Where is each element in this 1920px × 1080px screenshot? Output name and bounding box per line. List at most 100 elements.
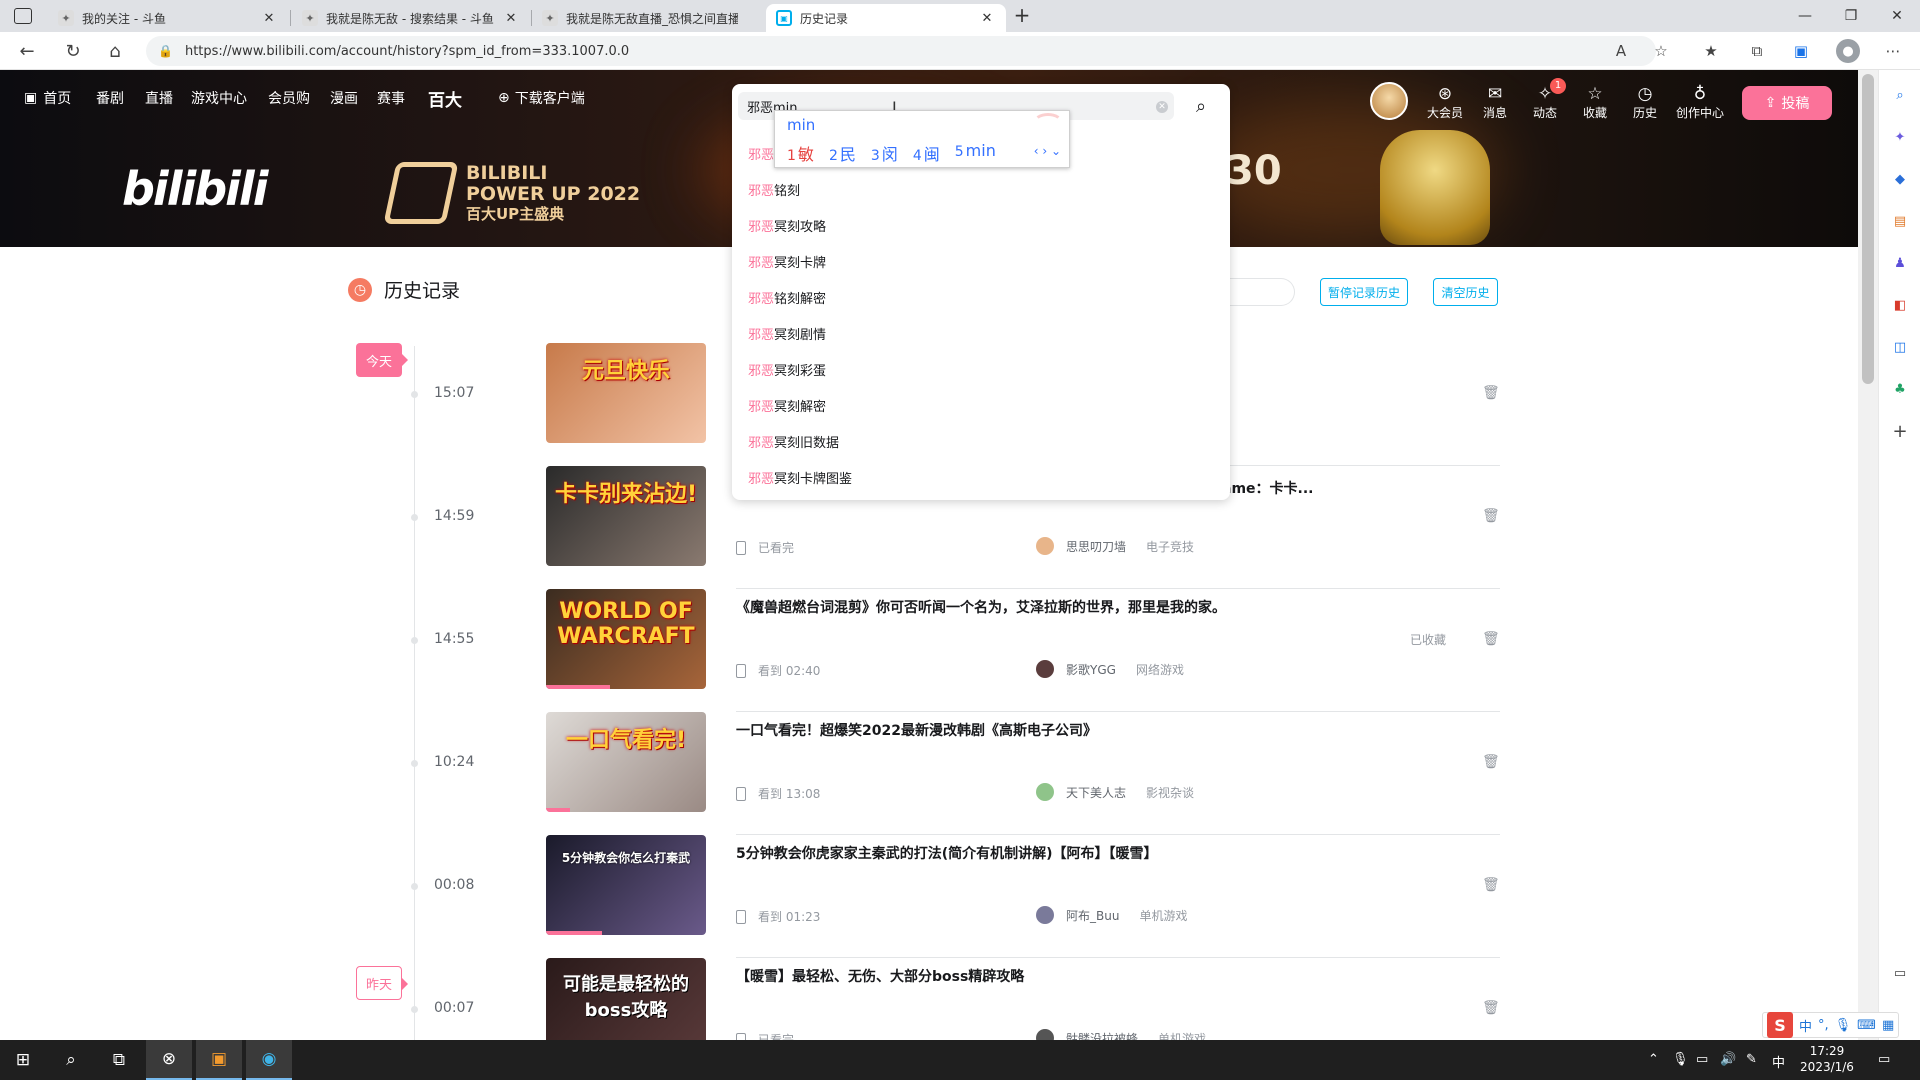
uploader-avatar[interactable] — [1036, 906, 1054, 924]
ime-candidate[interactable]: 2民 — [829, 141, 856, 165]
search-suggestion[interactable]: 邪恶冥刻攻略 — [748, 216, 826, 235]
app-orange-icon[interactable]: ▣ — [196, 1040, 242, 1080]
uploader-avatar[interactable] — [1036, 783, 1054, 801]
sidebar-layout-icon[interactable]: ▭ — [1889, 962, 1911, 984]
ime-tray[interactable]: 中 — [1772, 1052, 1785, 1071]
tree-icon[interactable]: ♣ — [1889, 378, 1911, 400]
header-vip[interactable]: ⊛ 大会员 — [1420, 84, 1470, 121]
search-icon[interactable]: ⌕ — [48, 1040, 94, 1080]
close-tab-icon[interactable]: ✕ — [978, 11, 996, 26]
tab-actions-icon[interactable] — [14, 8, 32, 24]
trash-icon[interactable]: 🗑 — [1482, 754, 1500, 770]
trash-icon[interactable]: 🗑 — [1482, 877, 1500, 893]
lock-icon[interactable]: 🔒 — [158, 44, 173, 58]
header-dynamic[interactable]: ✧ 动态 1 — [1520, 78, 1570, 121]
keyboard-icon[interactable]: ⌨ — [1857, 1018, 1876, 1033]
ime-page-arrows[interactable]: ‹ › ⌄ — [1034, 144, 1061, 158]
close-window-icon[interactable]: ✕ — [1874, 0, 1920, 32]
more-menu-icon[interactable]: ⋯ — [1882, 40, 1904, 62]
ime-toolbar[interactable]: S 中 °, 🎙 ⌨ ▦ — [1762, 1012, 1900, 1038]
read-aloud-icon[interactable]: A — [1610, 40, 1632, 62]
tab-douyu-live[interactable]: ✦ 我就是陈无敌直播_恐惧之间直播 ✕ — [532, 4, 766, 32]
nav-anime[interactable]: 番剧 — [96, 88, 124, 108]
header-favorites[interactable]: ☆ 收藏 — [1570, 84, 1620, 121]
tab-douyu-search[interactable]: ✦ 我就是陈无敌 - 搜索结果 - 斗鱼 ✕ — [292, 4, 530, 32]
video-title[interactable]: 《魔兽超燃台词混剪》你可否听闻一个名为，艾泽拉斯的世界，那里是我的家。 — [736, 597, 1226, 617]
close-tab-icon[interactable]: ✕ — [260, 11, 278, 26]
add-favorite-icon[interactable]: ☆ — [1650, 40, 1672, 62]
close-tab-icon[interactable]: ✕ — [502, 11, 520, 26]
volume-icon[interactable]: 🔊 — [1720, 1052, 1736, 1067]
system-clock[interactable]: 17:29 2023/1/6 — [1793, 1043, 1861, 1075]
scrollbar-thumb[interactable] — [1862, 74, 1874, 384]
tab-douyu-follow[interactable]: ✦ 我的关注 - 斗鱼 ✕ — [48, 4, 288, 32]
notification-center-icon[interactable]: ▭ — [1878, 1052, 1890, 1067]
tray-expand-icon[interactable]: ⌃ — [1648, 1052, 1659, 1067]
nav-esports[interactable]: 赛事 — [377, 88, 405, 108]
outlook-icon[interactable]: ◫ — [1889, 336, 1911, 358]
uploader-avatar[interactable] — [1036, 660, 1054, 678]
tab-history[interactable]: ▣ 历史记录 ✕ — [766, 4, 1006, 32]
collections-icon[interactable]: ⧉ — [1746, 40, 1768, 62]
shopping-icon[interactable]: ◆ — [1889, 168, 1911, 190]
history-item[interactable]: 10:24 一口气看完! 一口气看完！超爆笑2022最新漫改韩剧《高斯电子公司》 看到… — [411, 712, 1500, 835]
home-icon[interactable]: ⌂ — [100, 36, 130, 66]
minimize-icon[interactable]: — — [1782, 0, 1828, 32]
search-suggestion[interactable]: 邪恶冥刻彩蛋 — [748, 360, 826, 379]
mic-tray-icon[interactable]: 🎙 — [1672, 1052, 1689, 1067]
trash-icon[interactable]: 🗑 — [1482, 1000, 1500, 1016]
new-tab-icon[interactable]: + — [1010, 4, 1034, 28]
nav-manga[interactable]: 漫画 — [330, 88, 358, 108]
history-search-box[interactable] — [1220, 278, 1295, 306]
pen-icon[interactable]: ✎ — [1746, 1052, 1757, 1067]
ime-candidate[interactable]: 1敏 — [787, 141, 814, 165]
bilibili-logo[interactable]: bilibili — [122, 162, 268, 216]
refresh-icon[interactable]: ↻ — [58, 36, 88, 66]
header-message[interactable]: ✉ 消息 — [1470, 84, 1520, 121]
video-title[interactable]: 【暖雪】最轻松、无伤、大部分boss精辟攻略 — [736, 966, 1024, 986]
video-title[interactable]: ame：卡卡... — [1222, 478, 1314, 498]
search-suggestion[interactable]: 邪恶冥刻解密 — [748, 396, 826, 415]
header-history[interactable]: ◷ 历史 — [1620, 84, 1670, 121]
profile-icon[interactable]: ● — [1836, 39, 1860, 63]
search-icon[interactable]: ⌕ — [1196, 96, 1206, 117]
search-suggestion[interactable]: 邪恶冥刻剧情 — [748, 324, 826, 343]
favorites-icon[interactable]: ★ — [1700, 40, 1722, 62]
network-icon[interactable]: ▭ — [1696, 1052, 1708, 1067]
video-thumbnail[interactable]: 一口气看完! — [546, 712, 706, 812]
ime-candidate[interactable]: 3闵 — [871, 141, 898, 165]
discover-icon[interactable]: ✦ — [1889, 126, 1911, 148]
clear-history-button[interactable]: 清空历史 — [1433, 278, 1498, 306]
header-creator[interactable]: ♁ 创作中心 — [1670, 84, 1730, 121]
nav-top100[interactable]: 百大 — [428, 88, 462, 111]
history-item[interactable]: 00:08 5分钟教会你怎么打秦武 5分钟教会你虎家家主秦武的打法(简介有机制讲解)… — [411, 835, 1500, 958]
windows-start-icon[interactable]: ⊞ — [0, 1040, 46, 1080]
video-thumbnail[interactable]: 元旦快乐 — [546, 343, 706, 443]
trash-icon[interactable]: 🗑 — [1482, 508, 1500, 524]
uploader-info[interactable]: 天下美人志 影视杂谈 — [1036, 783, 1194, 801]
search-suggestion[interactable]: 邪恶冥刻旧数据 — [748, 432, 839, 451]
history-item[interactable]: 14:55 WORLD OF WARCRAFT 《魔兽超燃台词混剪》你可否听闻一个名… — [411, 589, 1500, 712]
upload-button[interactable]: ⇪ 投稿 — [1742, 86, 1832, 120]
nav-home[interactable]: ▣ 首页 — [24, 88, 71, 108]
search-suggestion[interactable]: 邪恶铭刻解密 — [748, 288, 826, 307]
uploader-info[interactable]: 阿布_Buu 单机游戏 — [1036, 906, 1187, 924]
video-thumbnail[interactable]: 5分钟教会你怎么打秦武 — [546, 835, 706, 935]
nav-live[interactable]: 直播 — [145, 88, 173, 108]
video-thumbnail[interactable]: 卡卡别来沾边! — [546, 466, 706, 566]
clear-icon[interactable]: ✕ — [1156, 101, 1168, 113]
uploader-info[interactable]: 思思叨刀墙 电子竞技 — [1036, 537, 1194, 555]
video-title[interactable]: 5分钟教会你虎家家主秦武的打法(简介有机制讲解)【阿布】【暖雪】 — [736, 843, 1158, 863]
office-icon[interactable]: ◧ — [1889, 294, 1911, 316]
user-avatar[interactable] — [1370, 82, 1408, 120]
trash-icon[interactable]: 🗑 — [1482, 385, 1500, 401]
grid-menu-icon[interactable]: ▦ — [1882, 1018, 1894, 1033]
search-suggestion[interactable]: 邪恶冥刻卡牌 — [748, 252, 826, 271]
url-field[interactable]: 🔒 https://www.bilibili.com/account/histo… — [146, 36, 1656, 66]
steam-icon[interactable]: ⊗ — [146, 1040, 192, 1080]
video-title[interactable]: 一口气看完！超爆笑2022最新漫改韩剧《高斯电子公司》 — [736, 720, 1097, 740]
nav-game-center[interactable]: 游戏中心 — [191, 88, 247, 108]
add-sidebar-icon[interactable]: + — [1889, 420, 1911, 442]
ime-candidate[interactable]: 4闽 — [913, 141, 940, 165]
punctuation-icon[interactable]: °, — [1818, 1018, 1829, 1033]
